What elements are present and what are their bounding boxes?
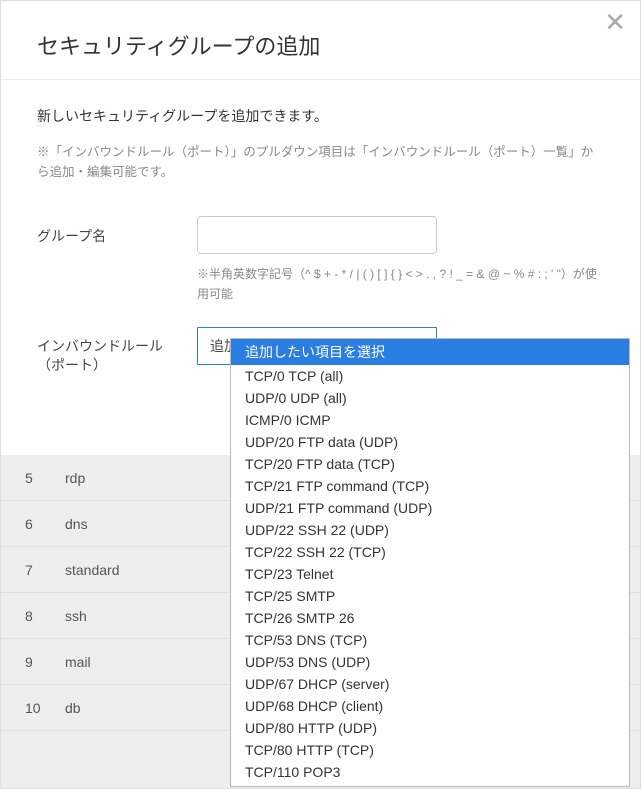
dropdown-option[interactable]: TCP/25 SMTP xyxy=(231,585,629,607)
row-num: 6 xyxy=(25,516,65,532)
row-name: standard xyxy=(65,562,119,578)
row-name: dns xyxy=(65,516,88,532)
row-num: 9 xyxy=(25,654,65,670)
dropdown-option[interactable]: UDP/20 FTP data (UDP) xyxy=(231,431,629,453)
dropdown-option[interactable]: TCP/20 FTP data (TCP) xyxy=(231,453,629,475)
group-name-label: グループ名 xyxy=(37,216,197,246)
group-name-helper: ※半角英数字記号（^ $ + - * / | ( ) [ ] { } < > .… xyxy=(197,264,604,305)
row-name: mail xyxy=(65,654,91,670)
dropdown-option[interactable]: TCP/80 HTTP (TCP) xyxy=(231,739,629,761)
group-name-row: グループ名 ※半角英数字記号（^ $ + - * / | ( ) [ ] { }… xyxy=(37,206,604,305)
row-name: rdp xyxy=(65,470,85,486)
row-num: 7 xyxy=(25,562,65,578)
close-icon[interactable]: ✕ xyxy=(604,9,626,35)
dropdown-option[interactable]: ICMP/0 ICMP xyxy=(231,409,629,431)
dropdown-option[interactable]: TCP/110 POP3 xyxy=(231,761,629,783)
dropdown-option[interactable]: UDP/0 UDP (all) xyxy=(231,387,629,409)
dropdown-option[interactable]: TCP/22 SSH 22 (TCP) xyxy=(231,541,629,563)
dropdown-option[interactable]: TCP/23 Telnet xyxy=(231,563,629,585)
modal-dialog: 5 rdp オ 6 dns オ 7 standard オ 8 ssh オ xyxy=(0,0,641,789)
dropdown-option[interactable]: UDP/22 SSH 22 (UDP) xyxy=(231,519,629,541)
dropdown-option[interactable]: TCP/53 DNS (TCP) xyxy=(231,629,629,651)
group-name-input[interactable] xyxy=(197,216,437,254)
intro-text: 新しいセキュリティグループを追加できます。 xyxy=(37,106,604,126)
dropdown-option[interactable]: TCP/0 TCP (all) xyxy=(231,365,629,387)
row-name: ssh xyxy=(65,608,87,624)
inbound-rule-label: インバウンドルール （ポート） xyxy=(37,327,197,376)
dropdown-option[interactable]: TCP/21 FTP command (TCP) xyxy=(231,475,629,497)
inbound-label-line1: インバウンドルール xyxy=(37,338,163,354)
modal-header: セキュリティグループの追加 xyxy=(1,1,640,80)
inbound-label-line2: （ポート） xyxy=(37,357,107,373)
dropdown-option[interactable]: UDP/80 HTTP (UDP) xyxy=(231,717,629,739)
modal-title: セキュリティグループの追加 xyxy=(37,29,604,61)
dropdown-option[interactable]: UDP/53 DNS (UDP) xyxy=(231,651,629,673)
row-num: 10 xyxy=(25,700,65,716)
dropdown-option[interactable]: UDP/21 FTP command (UDP) xyxy=(231,497,629,519)
dropdown-option[interactable]: UDP/67 DHCP (server) xyxy=(231,673,629,695)
note-text: ※「インバウンドルール（ポート）」のプルダウン項目は「インバウンドルール（ポート… xyxy=(37,142,604,182)
dropdown-option[interactable]: 追加したい項目を選択 xyxy=(231,339,629,365)
inbound-rule-dropdown[interactable]: 追加したい項目を選択 TCP/0 TCP (all) UDP/0 UDP (al… xyxy=(230,338,630,787)
dropdown-option[interactable]: TCP/26 SMTP 26 xyxy=(231,607,629,629)
row-num: 5 xyxy=(25,470,65,486)
row-num: 8 xyxy=(25,608,65,624)
dropdown-option[interactable]: UDP/68 DHCP (client) xyxy=(231,695,629,717)
row-name: db xyxy=(65,700,81,716)
